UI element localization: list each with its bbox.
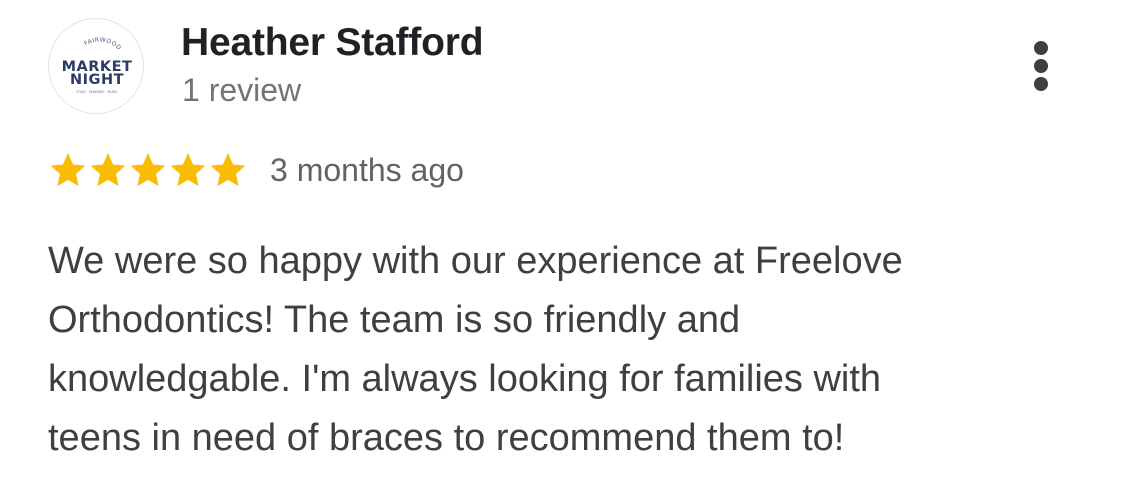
- review-text-line: Orthodontics! The team is so friendly an…: [48, 299, 741, 341]
- more-dot: [1034, 41, 1048, 55]
- more-dot: [1034, 77, 1048, 91]
- star-icon: [48, 150, 88, 190]
- star-icon: [88, 150, 128, 190]
- logo-top-text: FAIRWOOD: [83, 36, 122, 51]
- svg-text:FAIRWOOD: FAIRWOOD: [83, 36, 122, 51]
- more-dot: [1034, 59, 1048, 73]
- review-text: We were so happy with our experience at …: [48, 232, 1088, 468]
- logo-bottom-text: FOOD · VENDORS · MUSIC: [76, 90, 118, 94]
- review-text-line: knowledgable. I'm always looking for fam…: [48, 358, 882, 400]
- star-icon: [128, 150, 168, 190]
- star-rating: [48, 150, 248, 190]
- review-date: 3 months ago: [270, 151, 464, 188]
- review-card: FAIRWOOD MARKET NIGHT FOOD · VENDORS · M…: [0, 0, 1125, 494]
- star-icon: [208, 150, 248, 190]
- rating-row: 3 months ago: [48, 148, 464, 192]
- market-night-logo: FAIRWOOD MARKET NIGHT FOOD · VENDORS · M…: [62, 36, 132, 94]
- review-text-line: We were so happy with our experience at …: [48, 240, 903, 282]
- more-options-button[interactable]: [1022, 36, 1060, 96]
- logo-main-text-2: NIGHT: [70, 72, 124, 88]
- review-count: 1 review: [182, 72, 302, 108]
- star-icon: [168, 150, 208, 190]
- avatar[interactable]: FAIRWOOD MARKET NIGHT FOOD · VENDORS · M…: [48, 18, 144, 114]
- review-text-line: teens in need of braces to recommend the…: [48, 417, 845, 459]
- reviewer-name[interactable]: Heather Stafford: [181, 21, 484, 65]
